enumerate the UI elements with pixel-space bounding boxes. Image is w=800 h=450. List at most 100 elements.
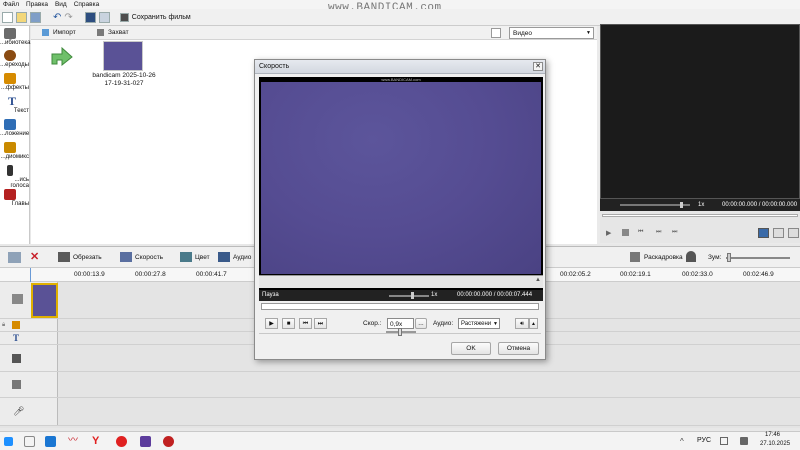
prev-frame-icon[interactable]: ⏮ <box>638 229 643 236</box>
fullscreen-icon[interactable] <box>758 228 769 238</box>
speed-dialog: Скорость ✕ www.BANDICAM.com ▲ Пауза 1x 0… <box>254 59 546 360</box>
new-project-icon[interactable] <box>2 11 13 23</box>
menu-view[interactable]: Вид <box>55 1 67 8</box>
library-filter-select[interactable]: Видео ▼ <box>509 27 594 39</box>
speed-button[interactable]: Скорость <box>135 254 163 261</box>
sidebar-item-voice[interactable]: ...ись голоса <box>0 165 30 189</box>
next-frame-icon[interactable]: ⏭ <box>656 229 661 236</box>
audio-volume-dropdown[interactable]: ▲ <box>529 318 538 329</box>
snapshot-icon[interactable] <box>773 228 784 238</box>
delete-icon[interactable]: ✕ <box>30 250 39 263</box>
preview-speed-slider-handle[interactable] <box>680 202 683 208</box>
dialog-status-strip: Пауза 1x 00:00:00.000 / 00:00:07.444 <box>259 290 543 301</box>
sidebar: ...ибиотека ...ереходы ...ффекты T Текст… <box>0 26 30 244</box>
scroll-up-icon[interactable]: ▲ <box>535 277 541 283</box>
taskbar: 〰 Y ^ РУС 17:46 27.10.2025 <box>0 431 800 450</box>
audio-track[interactable] <box>0 372 800 398</box>
play-icon[interactable]: ▶ <box>606 229 614 237</box>
color-button[interactable]: Цвет <box>195 254 210 261</box>
save-movie-button[interactable]: Сохранить фильм <box>132 14 191 21</box>
audio-mode-select[interactable]: Растяжени ▼ <box>458 318 500 329</box>
opera-icon[interactable] <box>116 436 127 447</box>
sidebar-item-library[interactable]: ...ибиотека <box>0 28 30 46</box>
dialog-seek-bar[interactable] <box>261 303 539 310</box>
overlay-icon <box>4 119 16 130</box>
network-icon[interactable] <box>720 437 728 445</box>
sidebar-item-label: ...ереходы <box>0 62 29 68</box>
prev-frame-button[interactable]: ⏮ <box>299 318 312 329</box>
dialog-speed-handle[interactable] <box>411 292 414 299</box>
video-scrollbar[interactable]: ▲ <box>259 275 543 288</box>
menu-edit[interactable]: Правка <box>26 1 48 8</box>
open-project-icon[interactable] <box>16 11 27 23</box>
preview-speed: 1x <box>698 202 705 208</box>
ruler-tick-label: 00:00:27.8 <box>135 271 166 278</box>
yandex-icon[interactable]: Y <box>92 436 103 447</box>
preview-screen <box>600 24 800 199</box>
start-icon[interactable] <box>4 437 13 446</box>
folder-up-icon[interactable] <box>48 44 74 66</box>
sidebar-item-audio-mix[interactable]: ...диомикс <box>0 142 30 160</box>
transitions-icon <box>4 50 16 61</box>
undo-icon[interactable]: ↶ <box>53 12 61 23</box>
stop-icon[interactable] <box>622 229 629 236</box>
dialog-speed-mini-handle[interactable] <box>398 328 402 336</box>
audio-button[interactable]: Аудио <box>233 254 251 261</box>
clip-thumbnail[interactable] <box>103 41 143 71</box>
video-editor-icon[interactable] <box>140 436 151 447</box>
detach-preview-icon[interactable] <box>788 228 799 238</box>
zoom-slider[interactable] <box>726 257 790 259</box>
bandicam-icon[interactable] <box>163 436 174 447</box>
sidebar-item-text[interactable]: T Текст <box>0 95 30 114</box>
sidebar-item-transitions[interactable]: ...ереходы <box>0 50 30 68</box>
lock-icon[interactable]: 🔒︎ <box>2 322 5 329</box>
import-button[interactable]: Импорт <box>53 29 76 36</box>
monitor-icon[interactable] <box>84 11 96 23</box>
speed-browse-button[interactable]: ... <box>415 318 427 329</box>
sidebar-item-effects[interactable]: ...ффекты <box>0 73 30 91</box>
tray-chevron-icon[interactable]: ^ <box>680 437 684 446</box>
sidebar-item-chapters[interactable]: Главы <box>0 189 30 207</box>
ok-button[interactable]: OK <box>451 342 491 355</box>
end-icon[interactable]: ⏭ <box>672 229 677 236</box>
sidebar-item-overlay[interactable]: ...ложение <box>0 119 30 137</box>
redo-icon[interactable]: ↷ <box>64 12 72 23</box>
save-project-icon[interactable] <box>30 11 41 23</box>
text-track-icon: T <box>13 333 20 343</box>
cancel-button[interactable]: Отмена <box>498 342 539 355</box>
play-button[interactable]: ▶ <box>265 318 278 329</box>
sidebar-item-label: ...диомикс <box>0 154 29 160</box>
clock-date[interactable]: 27.10.2025 <box>760 441 790 447</box>
preview-seek-bar[interactable] <box>602 214 798 217</box>
storyboard-button[interactable]: Раскадровка <box>644 254 683 261</box>
search-icon[interactable] <box>24 436 35 447</box>
volume-icon[interactable] <box>686 251 696 262</box>
stop-button[interactable]: ■ <box>282 318 295 329</box>
menu-file[interactable]: Файл <box>3 1 19 8</box>
timeline-clip[interactable] <box>31 283 58 318</box>
capture-button[interactable]: Захват <box>108 29 129 36</box>
next-frame-button[interactable]: ⏭ <box>314 318 327 329</box>
clock-time[interactable]: 17:46 <box>765 432 780 438</box>
playhead-marker[interactable] <box>30 268 31 282</box>
zoom-slider-handle[interactable] <box>727 253 731 262</box>
audio-volume-button[interactable]: 🔊︎ <box>515 318 529 329</box>
ruler-tick-label: 00:02:05.2 <box>560 271 591 278</box>
view-mode-icon[interactable] <box>491 28 501 38</box>
overlay-track-icon <box>12 354 21 363</box>
language-indicator[interactable]: РУС <box>697 437 711 444</box>
screen-icon[interactable] <box>98 11 110 23</box>
speed-input-value: 0,9x <box>390 321 403 328</box>
dialog-titlebar[interactable]: Скорость <box>255 60 545 74</box>
edge-icon[interactable] <box>45 436 56 447</box>
audio-mode-value: Растяжени <box>461 321 492 327</box>
trim-button[interactable]: Обрезать <box>73 254 102 261</box>
expand-icon[interactable] <box>8 252 21 263</box>
mail-icon[interactable]: 〰 <box>68 436 79 447</box>
menu-help[interactable]: Справка <box>74 1 100 8</box>
dialog-speed-track[interactable] <box>389 295 429 297</box>
speed-icon <box>120 252 132 262</box>
close-button[interactable]: ✕ <box>533 62 543 71</box>
volume-tray-icon[interactable] <box>740 437 748 445</box>
voice-track[interactable]: 🎤︎ <box>0 398 800 426</box>
